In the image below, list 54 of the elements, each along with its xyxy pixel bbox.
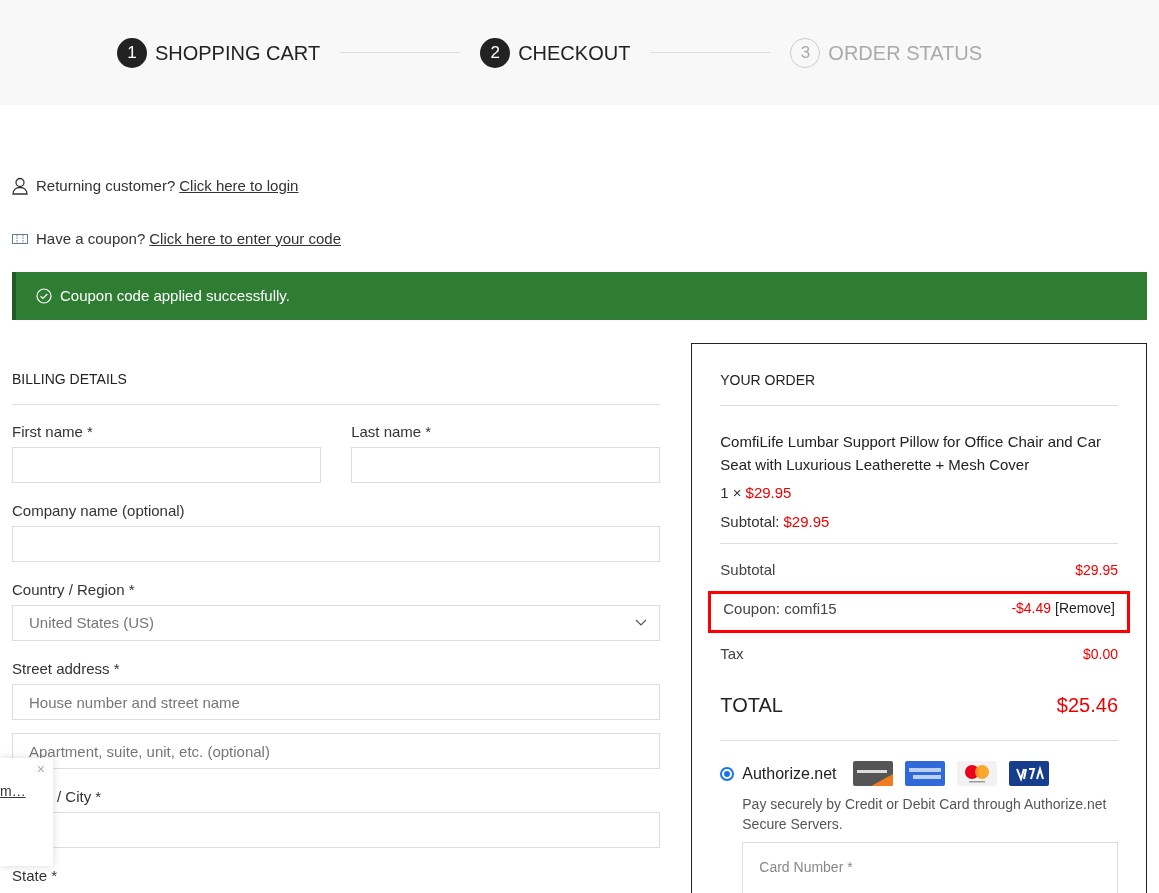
ticket-icon [12,233,28,244]
radio-button[interactable] [720,766,735,781]
step-item[interactable]: 2 CHECKOUT [480,37,631,68]
total-value: $25.46 [1056,692,1118,718]
row-value: $29.95 [1075,560,1118,580]
field-label: Last name * [351,422,432,442]
card-logo [956,761,997,786]
subtotal-label: Subtotal: [720,511,780,532]
row-label: Tax [720,643,744,664]
step-label: ORDER STATUS [828,40,983,66]
input-field[interactable] [12,526,661,562]
card-logo [852,761,893,786]
remove-link[interactable]: [Remove] [1055,598,1115,619]
field-label: Street address * [12,659,120,679]
product-name: ComfiLife Lumbar Support Pillow for Office Chair and Car Seat with Luxurious Leatherette + Mesh Cover [720,432,1102,475]
step-number: 2 [480,37,511,68]
user-icon [12,177,28,196]
step-item[interactable]: 1 SHOPPING CART [116,37,321,68]
card-logo [904,761,945,786]
notice-link[interactable]: Click here to login [179,175,299,198]
check-circle-icon [36,288,52,304]
notice-text: Returning customer? [36,176,176,196]
price: $29.95 [745,483,792,503]
alert-text: Coupon code applied successfully. [60,285,290,306]
input-field[interactable]: House number and street name [12,684,661,720]
step-label: SHOPPING CART [154,40,321,66]
field-label: / City * [57,787,102,807]
row-value: -$4.49 [1011,599,1052,618]
section-title: YOUR ORDER [720,372,816,388]
input-field[interactable] [12,447,322,483]
step-label: CHECKOUT [518,40,631,66]
field-label: Company name (optional) [12,501,185,521]
input-field[interactable] [351,447,661,483]
country-select[interactable]: United States (US) [12,605,661,641]
total-label: TOTAL [720,692,783,718]
card-logo [1008,761,1049,786]
card-field[interactable]: Card Number * [742,842,1118,893]
row-label: Coupon: comfi15 [723,599,837,619]
row-value: $0.00 [1082,644,1118,664]
field-placeholder: Card Number * [759,859,853,875]
notice-link[interactable]: Click here to enter your code [149,227,341,250]
payment-description: Pay securely by Credit or Debit Card through Authorize.net Secure Servers. [742,795,1108,834]
payment-label: Authorize.net [742,763,837,784]
popup-link[interactable]: m… [0,781,26,802]
row-label: Subtotal [720,559,776,580]
section-title: BILLING DETAILS [12,371,127,387]
field-label: Country / Region * [12,580,135,600]
chevron-down-icon [635,619,648,627]
field-label: First name * [12,422,93,442]
field-label: State * [12,866,58,886]
quantity: 1 × [720,483,742,503]
price: $29.95 [783,511,830,532]
step-number: 1 [116,37,147,68]
notice-text: Have a coupon? [36,228,146,249]
